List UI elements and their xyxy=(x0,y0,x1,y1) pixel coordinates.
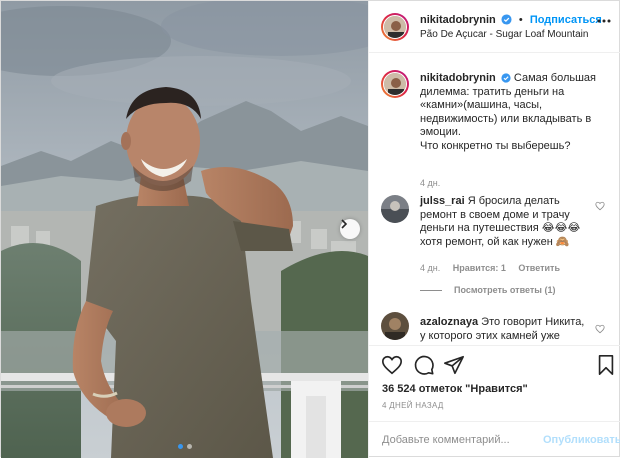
paper-plane-icon[interactable] xyxy=(443,354,465,376)
carousel-dot-2 xyxy=(186,444,192,449)
comment-line: ремонт в своем доме и трачу xyxy=(420,208,570,221)
comment-text: azaloznaya Это говорит Никита, у которог… xyxy=(420,316,600,343)
chevron-right-icon xyxy=(341,219,348,229)
post-location[interactable]: Pão De Açucar - Sugar Loaf Mountain xyxy=(420,29,588,40)
caption-author-avatar[interactable] xyxy=(381,70,409,98)
caption-line: Самая большая xyxy=(513,72,597,84)
comment-line: у которого этих камней уже xyxy=(420,329,560,342)
author-username[interactable]: nikitadobrynin xyxy=(420,14,496,26)
caption-line: «камни»(машина, часы, xyxy=(420,99,543,111)
photo-image xyxy=(1,1,368,458)
likes-label: отметок "Нравится" xyxy=(418,383,528,395)
comment-like-heart-icon[interactable] xyxy=(595,201,605,211)
commenter-username[interactable]: azaloznaya xyxy=(420,316,478,328)
likes-number: 36 524 xyxy=(382,383,416,395)
comment-line: Это говорит Никита, xyxy=(481,316,585,328)
post-date[interactable]: 4 ДНЕЙ НАЗАД xyxy=(382,401,444,410)
view-replies-label: Посмотреть ответы (1) xyxy=(454,285,556,295)
add-comment-input[interactable] xyxy=(382,431,542,449)
next-photo-button[interactable] xyxy=(340,219,360,239)
reply-button[interactable]: Ответить xyxy=(518,263,560,273)
follow-button[interactable]: Подписаться xyxy=(530,14,602,26)
add-comment-bar: Опубликовать xyxy=(369,421,620,458)
header-separator: • xyxy=(518,14,523,26)
comment-line: хотя ремонт, ой как нужен 🙈 xyxy=(420,235,570,248)
commenter-avatar[interactable] xyxy=(381,312,409,340)
comment-time[interactable]: 4 дн. xyxy=(420,263,440,273)
verified-badge-icon xyxy=(501,73,511,83)
carousel-dot-1 xyxy=(177,444,183,449)
comment-line: деньги на путешествия 😂😂😂 xyxy=(420,222,581,234)
comments-section[interactable]: nikitadobrynin Самая большая дилемма: тр… xyxy=(369,54,620,344)
caption-time[interactable]: 4 дн. xyxy=(420,178,450,188)
carousel-indicator xyxy=(1,444,368,449)
caption-line: недвижимость) или вкладывать в xyxy=(420,112,592,125)
commenter-avatar[interactable] xyxy=(381,195,409,223)
comment-meta: 4 дн. Нравится: 1 Ответить xyxy=(420,263,570,273)
bookmark-icon[interactable] xyxy=(595,354,617,376)
caption-line: дилемма: тратить деньги на xyxy=(420,85,565,98)
post-photo[interactable] xyxy=(1,1,368,458)
heart-icon[interactable] xyxy=(381,354,403,376)
commenter-username[interactable]: julss_rai xyxy=(420,195,465,207)
more-options-icon[interactable] xyxy=(597,19,611,23)
comment-likes[interactable]: Нравится: 1 xyxy=(453,263,506,273)
caption-username[interactable]: nikitadobrynin xyxy=(420,72,496,84)
author-avatar[interactable] xyxy=(381,13,409,41)
comment-like-heart-icon[interactable] xyxy=(595,324,605,334)
instagram-post: nikitadobrynin • Подписаться Pão De Açuc… xyxy=(0,0,620,458)
comment-bubble-icon[interactable] xyxy=(413,354,435,376)
action-bar: 36 524 отметок "Нравится" 4 ДНЕЙ НАЗАД xyxy=(369,345,620,415)
header-title-row: nikitadobrynin • Подписаться xyxy=(420,14,602,26)
post-sidebar: nikitadobrynin • Подписаться Pão De Açuc… xyxy=(368,1,620,458)
comment-text: julss_rai Я бросила делать ремонт в свое… xyxy=(420,195,600,249)
caption-line: Что конкретно ты выберешь? xyxy=(420,139,571,152)
view-replies-button[interactable]: Посмотреть ответы (1) xyxy=(420,285,555,295)
caption-line: эмоции. xyxy=(420,126,461,138)
comment-line: Я бросила делать xyxy=(467,195,560,207)
publish-comment-button[interactable]: Опубликовать xyxy=(543,434,620,446)
likes-count[interactable]: 36 524 отметок "Нравится" xyxy=(382,383,528,395)
verified-badge-icon xyxy=(501,14,512,25)
view-replies-line xyxy=(420,290,442,292)
post-header: nikitadobrynin • Подписаться Pão De Açuc… xyxy=(369,1,620,53)
caption-text: nikitadobrynin Самая большая дилемма: тр… xyxy=(420,72,600,153)
